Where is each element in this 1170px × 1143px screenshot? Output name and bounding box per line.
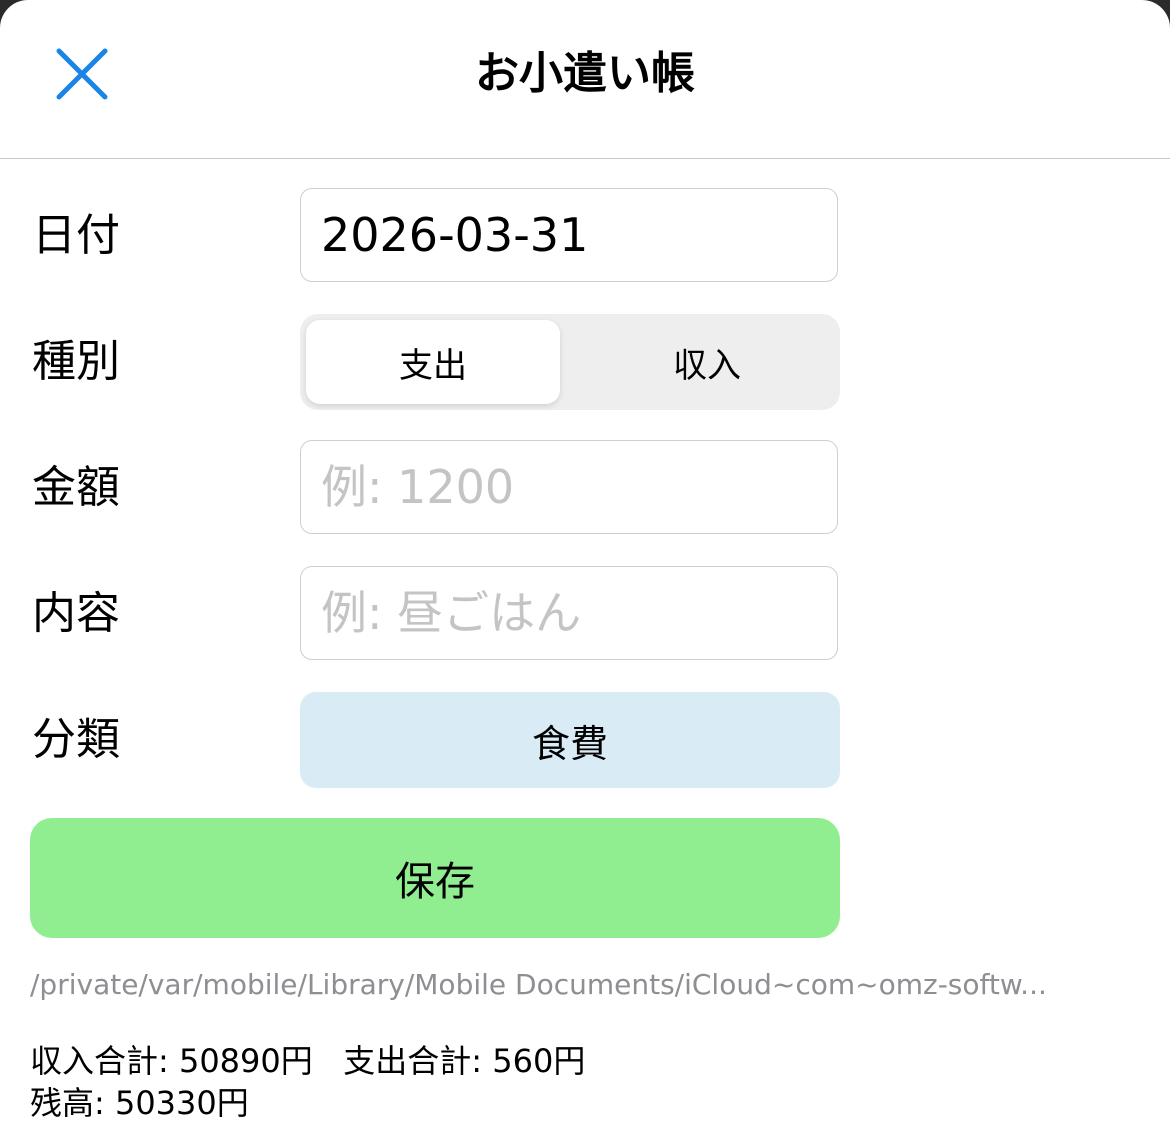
summary: 収入合計: 50890円 支出合計: 560円 残高: 50330円	[30, 1040, 585, 1124]
type-segmented-control: 支出 収入	[300, 314, 840, 410]
page-title: お小遣い帳	[475, 48, 695, 99]
description-field-box	[300, 566, 838, 660]
date-field-box	[300, 188, 838, 282]
balance: 残高: 50330円	[30, 1084, 249, 1122]
amount-label: 金額	[32, 462, 120, 513]
nav-bar: お小遣い帳	[0, 0, 1170, 159]
sheet: お小遣い帳 日付 種別 支出 収入 金額 内容 分類 食費 保存 /privat…	[0, 0, 1170, 1143]
date-label: 日付	[32, 210, 120, 261]
amount-field[interactable]	[301, 441, 837, 533]
date-field[interactable]	[301, 189, 837, 281]
type-label: 種別	[32, 336, 120, 387]
description-field[interactable]	[301, 567, 837, 659]
category-label: 分類	[32, 714, 120, 765]
type-option-expense[interactable]: 支出	[306, 320, 560, 404]
description-label: 内容	[32, 588, 120, 639]
amount-field-box	[300, 440, 838, 534]
income-total: 収入合計: 50890円	[30, 1042, 313, 1080]
category-button[interactable]: 食費	[300, 692, 840, 788]
save-button[interactable]: 保存	[30, 818, 840, 938]
file-path-text: /private/var/mobile/Library/Mobile Docum…	[30, 968, 1047, 1001]
expense-total: 支出合計: 560円	[343, 1042, 586, 1080]
type-option-income[interactable]: 収入	[580, 320, 834, 404]
